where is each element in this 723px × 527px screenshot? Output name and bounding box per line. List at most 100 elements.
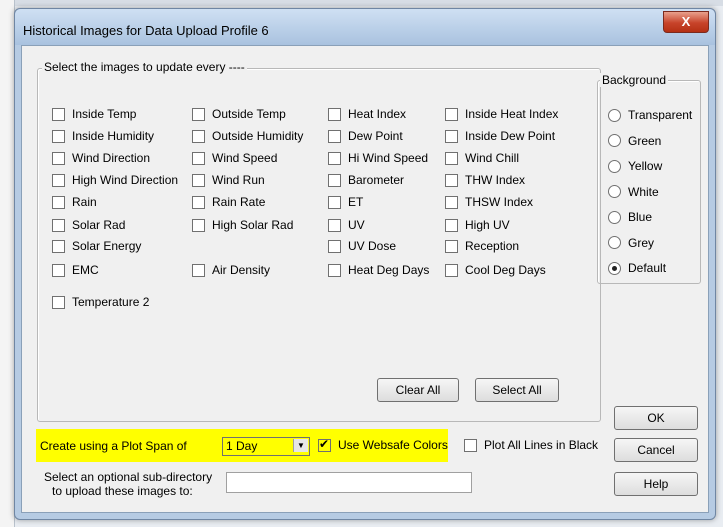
image-checkbox[interactable]: Air Density [192, 263, 270, 277]
image-checkbox[interactable]: Inside Dew Point [445, 129, 555, 143]
radio-circle[interactable] [608, 159, 621, 173]
image-checkbox[interactable]: Temperature 2 [52, 295, 149, 309]
checkbox-box[interactable] [328, 263, 341, 277]
checkbox-box[interactable] [192, 129, 205, 143]
subdir-input[interactable] [226, 472, 472, 493]
checkbox-box[interactable] [445, 173, 458, 187]
radio-circle[interactable] [608, 236, 621, 249]
checkbox-box[interactable] [328, 218, 341, 232]
image-checkbox[interactable]: High Solar Rad [192, 218, 293, 232]
image-checkbox[interactable]: Heat Deg Days [328, 263, 429, 277]
checkbox-box[interactable] [445, 263, 458, 277]
checkbox-box[interactable] [52, 218, 65, 232]
cancel-button[interactable]: Cancel [614, 438, 698, 462]
checkbox-box[interactable] [328, 151, 341, 165]
checkbox-box[interactable] [192, 151, 205, 165]
image-checkbox-label: Temperature 2 [72, 295, 150, 309]
websafe-check-icon[interactable] [318, 437, 331, 452]
image-checkbox-label: Wind Speed [212, 151, 278, 165]
checkbox-box[interactable] [328, 195, 341, 209]
image-checkbox[interactable]: Solar Energy [52, 239, 141, 253]
checkbox-box[interactable] [328, 129, 341, 143]
image-checkbox[interactable]: Barometer [328, 173, 404, 187]
ok-button[interactable]: OK [614, 406, 698, 430]
checkbox-box[interactable] [192, 107, 205, 121]
background-radio[interactable]: Default [608, 261, 666, 275]
image-checkbox[interactable]: Solar Rad [52, 218, 125, 232]
image-checkbox-label: Wind Chill [465, 151, 520, 165]
clear-all-button[interactable]: Clear All [377, 378, 459, 402]
image-checkbox[interactable]: Rain [52, 195, 97, 209]
background-radio[interactable]: Yellow [608, 159, 662, 173]
checkbox-box[interactable] [52, 151, 65, 165]
checkbox-box[interactable] [52, 173, 65, 187]
image-checkbox[interactable]: Wind Speed [192, 151, 277, 165]
image-checkbox[interactable]: ET [328, 195, 363, 209]
window-title: Historical Images for Data Upload Profil… [23, 23, 269, 38]
image-checkbox[interactable]: Outside Humidity [192, 129, 303, 143]
background-radio[interactable]: Blue [608, 210, 652, 224]
image-checkbox[interactable]: Rain Rate [192, 195, 265, 209]
image-checkbox[interactable]: Dew Point [328, 129, 403, 143]
checkbox-box[interactable] [52, 295, 65, 309]
help-button[interactable]: Help [614, 472, 698, 496]
image-checkbox[interactable]: Wind Direction [52, 151, 150, 165]
image-checkbox[interactable]: UV Dose [328, 239, 396, 253]
select-all-button[interactable]: Select All [475, 378, 559, 402]
plot-black-box[interactable] [464, 438, 477, 452]
image-checkbox-label: UV Dose [348, 239, 397, 253]
image-checkbox[interactable]: Heat Index [328, 107, 406, 121]
background-radio[interactable]: Grey [608, 236, 654, 250]
image-checkbox[interactable]: Inside Temp [52, 107, 136, 121]
image-checkbox-label: Barometer [348, 173, 405, 187]
image-checkbox[interactable]: EMC [52, 263, 99, 277]
checkbox-box[interactable] [52, 263, 65, 277]
checkbox-box[interactable] [445, 129, 458, 143]
image-checkbox-label: Heat Deg Days [348, 263, 430, 277]
image-checkbox[interactable]: UV [328, 218, 365, 232]
radio-circle[interactable] [608, 261, 621, 275]
checkbox-box[interactable] [52, 239, 65, 253]
background-radio[interactable]: Transparent [608, 108, 692, 122]
image-checkbox[interactable]: Wind Run [192, 173, 265, 187]
checkbox-box[interactable] [445, 107, 458, 121]
checkbox-box[interactable] [445, 195, 458, 209]
radio-circle[interactable] [608, 134, 621, 147]
chevron-down-icon[interactable]: ▼ [293, 439, 308, 452]
close-button[interactable]: X [663, 11, 709, 33]
image-checkbox[interactable]: High UV [445, 218, 510, 232]
image-checkbox[interactable]: Inside Heat Index [445, 107, 558, 121]
image-checkbox[interactable]: Reception [445, 239, 519, 253]
checkbox-box[interactable] [445, 218, 458, 232]
checkbox-box[interactable] [445, 151, 458, 165]
background-radio-label: Transparent [628, 108, 693, 122]
image-checkbox[interactable]: Hi Wind Speed [328, 151, 428, 165]
checkbox-box[interactable] [328, 107, 341, 121]
checkbox-box[interactable] [192, 195, 205, 209]
checkbox-box[interactable] [52, 195, 65, 209]
checkbox-box[interactable] [52, 107, 65, 121]
checkbox-box[interactable] [192, 218, 205, 232]
image-checkbox[interactable]: Wind Chill [445, 151, 519, 165]
image-checkbox-label: Outside Humidity [212, 129, 304, 143]
image-checkbox[interactable]: Cool Deg Days [445, 263, 546, 277]
image-checkbox[interactable]: Outside Temp [192, 107, 286, 121]
background-radio[interactable]: Green [608, 134, 661, 148]
plot-span-select[interactable]: 1 Day ▼ [222, 437, 310, 456]
image-checkbox[interactable]: THW Index [445, 173, 525, 187]
checkbox-box[interactable] [328, 239, 341, 253]
image-checkbox[interactable]: High Wind Direction [52, 173, 178, 187]
background-radio[interactable]: White [608, 185, 659, 199]
plot-all-black-checkbox[interactable]: Plot All Lines in Black [464, 438, 598, 452]
checkbox-box[interactable] [192, 173, 205, 187]
image-checkbox[interactable]: Inside Humidity [52, 129, 154, 143]
radio-circle[interactable] [608, 210, 621, 224]
radio-circle[interactable] [608, 185, 621, 198]
websafe-colors-checkbox[interactable]: Use Websafe Colors [318, 437, 448, 452]
radio-circle[interactable] [608, 108, 621, 122]
image-checkbox[interactable]: THSW Index [445, 195, 533, 209]
checkbox-box[interactable] [52, 129, 65, 143]
checkbox-box[interactable] [328, 173, 341, 187]
checkbox-box[interactable] [445, 239, 458, 253]
checkbox-box[interactable] [192, 263, 205, 277]
